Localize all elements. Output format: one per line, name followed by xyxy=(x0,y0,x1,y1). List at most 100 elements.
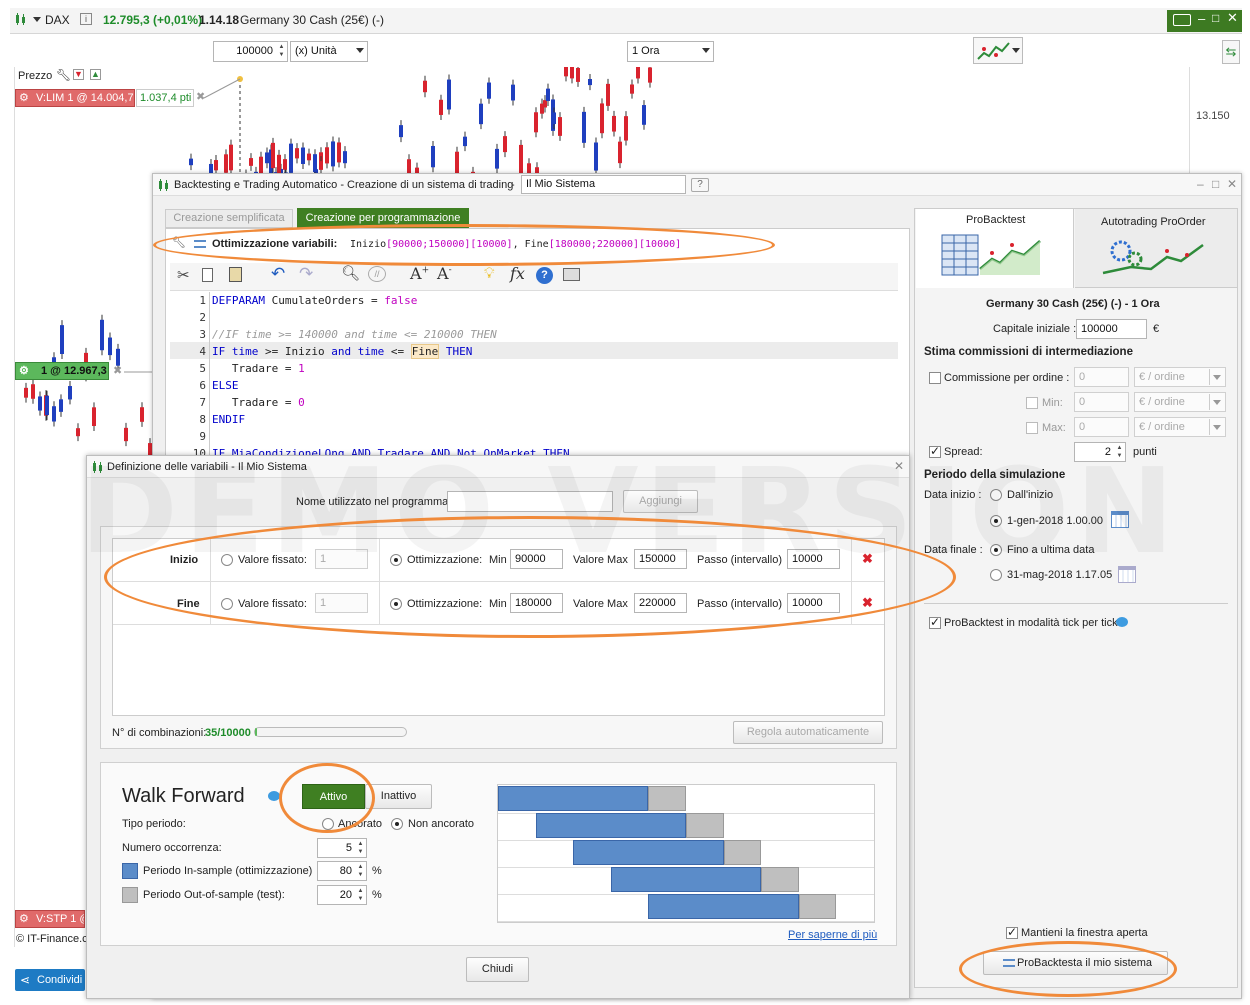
timeframe-select[interactable]: 1 Ora xyxy=(627,41,714,62)
commission-unit-select[interactable]: € / ordine xyxy=(1134,367,1226,387)
spread-input[interactable]: 2 ▲ ▼ xyxy=(1074,442,1126,462)
run-backtest-button[interactable]: ProBacktesta il mio sistema xyxy=(983,951,1168,975)
minimize-icon[interactable]: – xyxy=(1198,11,1205,26)
calendar-icon[interactable] xyxy=(1111,511,1129,528)
lightbulb-icon[interactable]: 💡︎ xyxy=(484,265,495,282)
delete-variable-icon[interactable]: ✖ xyxy=(862,551,873,567)
system-name-input[interactable]: Il Mio Sistema xyxy=(521,175,686,194)
min-commission-checkbox[interactable] xyxy=(1026,397,1038,409)
close-dialog-button[interactable]: Chiudi xyxy=(466,957,529,982)
commission-checkbox[interactable] xyxy=(929,372,941,384)
tab-autotrading[interactable]: Autotrading ProOrder xyxy=(1075,209,1237,288)
unit-select[interactable]: (x) Unità xyxy=(290,41,368,62)
step-input[interactable]: 10000 xyxy=(787,549,840,569)
optimization-radio[interactable] xyxy=(390,598,402,610)
outsample-input[interactable]: 20 ▲ ▼ xyxy=(317,885,367,905)
help-icon[interactable]: ? xyxy=(691,178,709,192)
cut-icon[interactable]: ✂ xyxy=(177,266,190,284)
auto-adjust-button[interactable]: Regola automaticamente xyxy=(733,721,883,744)
min-input[interactable]: 180000 xyxy=(510,593,563,613)
start-date-value[interactable]: 1-gen-2018 1.00.00 xyxy=(1007,515,1103,527)
wf-inactive-button[interactable]: Inattivo xyxy=(365,784,432,809)
info-bubble-icon[interactable] xyxy=(268,791,280,801)
settings-icon[interactable]: ⚙ xyxy=(19,90,29,106)
paste-icon[interactable] xyxy=(229,267,242,282)
info-bubble-icon[interactable] xyxy=(1116,617,1128,627)
fixed-value-radio[interactable] xyxy=(221,554,233,566)
wf-active-button[interactable]: Attivo xyxy=(302,784,365,809)
candle-chart-icon[interactable] xyxy=(14,12,28,26)
code-editor[interactable]: 1 2 3 4 5 6 7 8 9 10 DEFPARAM CumulateOr… xyxy=(170,292,898,458)
close-icon[interactable]: ✕ xyxy=(1227,177,1237,191)
max-unit-select[interactable]: € / ordine xyxy=(1134,417,1226,437)
max-commission-input[interactable]: 0 xyxy=(1074,417,1129,437)
end-date-value[interactable]: 31-mag-2018 1.17.05 xyxy=(1007,569,1112,581)
step-input[interactable]: 10000 xyxy=(787,593,840,613)
max-commission-checkbox[interactable] xyxy=(1026,422,1038,434)
min-commission-input[interactable]: 0 xyxy=(1074,392,1129,412)
max-input[interactable]: 220000 xyxy=(634,593,687,613)
font-size-up-icon[interactable]: A+ xyxy=(410,264,429,283)
chevron-down-icon[interactable] xyxy=(33,17,41,22)
fixed-value-input[interactable]: 1 xyxy=(315,593,368,613)
close-icon[interactable]: ✕ xyxy=(1227,10,1238,26)
until-last-radio[interactable] xyxy=(990,544,1002,556)
function-icon[interactable]: fx xyxy=(510,264,525,283)
undo-icon[interactable]: ↶ xyxy=(271,264,285,284)
max-input[interactable]: 150000 xyxy=(634,549,687,569)
min-input[interactable]: 90000 xyxy=(510,549,563,569)
close-icon[interactable]: ✕ xyxy=(894,459,904,473)
variable-name-input[interactable] xyxy=(447,491,613,512)
maximize-icon[interactable]: □ xyxy=(1212,11,1219,25)
calendar-icon[interactable] xyxy=(1118,566,1136,583)
insample-input[interactable]: 80 ▲ ▼ xyxy=(317,861,367,881)
learn-more-link[interactable]: Per saperne di più xyxy=(788,929,877,941)
anchored-radio[interactable] xyxy=(322,818,334,830)
redo-icon[interactable]: ↷ xyxy=(299,264,313,284)
keyboard-icon[interactable] xyxy=(1173,14,1191,26)
info-icon[interactable]: i xyxy=(80,13,92,25)
fixed-value-input[interactable]: 1 xyxy=(315,549,368,569)
buy-order-icon[interactable]: ▲ xyxy=(90,69,101,80)
not-anchored-radio[interactable] xyxy=(391,818,403,830)
comment-icon[interactable]: // xyxy=(368,266,386,282)
settings-icon[interactable]: ⚙ xyxy=(19,363,29,379)
instrument-name[interactable]: DAX xyxy=(45,13,70,27)
quantity-input[interactable]: 100000 ▲ ▼ xyxy=(213,41,288,62)
maximize-icon[interactable]: □ xyxy=(1212,177,1219,191)
remove-position-icon[interactable]: ✖ xyxy=(113,364,122,377)
capital-input[interactable]: 100000 xyxy=(1076,319,1147,339)
search-icon[interactable]: 🔍︎ xyxy=(341,264,360,282)
keep-open-checkbox[interactable] xyxy=(1006,925,1018,939)
settings-icon[interactable]: ⚙ xyxy=(19,911,29,927)
sell-order-icon[interactable]: ▼ xyxy=(73,69,84,80)
stop-order-tag[interactable]: ⚙ V:STP 1 @ xyxy=(15,910,85,928)
wrench-icon[interactable]: 🔧︎ xyxy=(172,236,186,249)
end-date-radio[interactable] xyxy=(990,569,1002,581)
print-icon[interactable] xyxy=(563,268,580,281)
add-variable-button[interactable]: Aggiungi xyxy=(623,490,698,513)
spread-checkbox[interactable] xyxy=(929,444,941,458)
wrench-icon[interactable]: 🔧︎ xyxy=(56,68,71,82)
limit-order-tag[interactable]: ⚙ V:LIM 1 @ 14.004,7 xyxy=(15,89,135,107)
copy-icon[interactable] xyxy=(202,268,213,282)
sync-icon[interactable]: ⇆ xyxy=(1222,40,1240,64)
fixed-value-radio[interactable] xyxy=(221,598,233,610)
remove-order-icon[interactable]: ✖ xyxy=(196,90,205,103)
commission-input[interactable]: 0 xyxy=(1074,367,1129,387)
position-tag[interactable]: ⚙ 1 @ 12.967,3 xyxy=(15,362,109,380)
min-unit-select[interactable]: € / ordine xyxy=(1134,392,1226,412)
tab-simple-creation[interactable]: Creazione semplificata xyxy=(165,209,293,228)
strategy-chart-button[interactable] xyxy=(973,37,1023,64)
optimization-radio[interactable] xyxy=(390,554,402,566)
share-button[interactable]: ⋖ Condividi xyxy=(15,969,85,991)
start-date-radio[interactable] xyxy=(990,515,1002,527)
from-start-radio[interactable] xyxy=(990,489,1002,501)
minimize-icon[interactable]: – xyxy=(1197,177,1204,191)
tab-programming-creation[interactable]: Creazione per programmazione xyxy=(297,208,469,228)
delete-variable-icon[interactable]: ✖ xyxy=(862,595,873,611)
help-icon[interactable]: ? xyxy=(536,267,553,284)
font-size-down-icon[interactable]: A- xyxy=(437,264,452,283)
tick-mode-checkbox[interactable] xyxy=(929,615,941,629)
occurrences-input[interactable]: 5 ▲ ▼ xyxy=(317,838,367,858)
